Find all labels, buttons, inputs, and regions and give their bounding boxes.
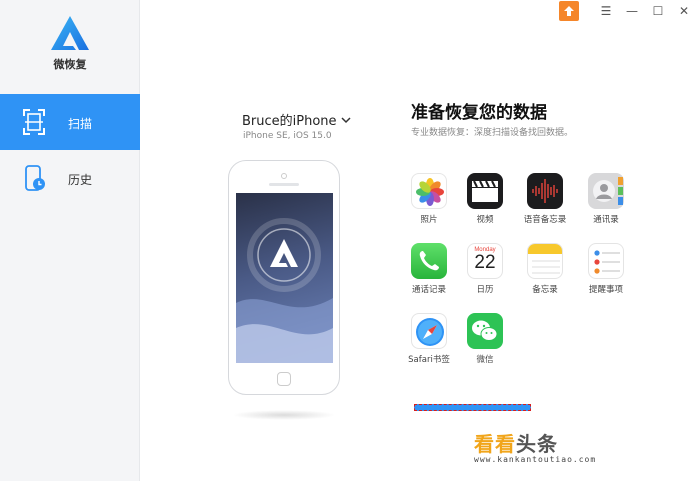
arrow-up-icon bbox=[564, 6, 574, 16]
home-button-icon bbox=[277, 372, 291, 386]
progress-bar bbox=[414, 404, 531, 411]
videos-icon bbox=[467, 173, 503, 209]
close-button[interactable]: ✕ bbox=[676, 2, 692, 20]
app-wechat[interactable]: 微信 bbox=[456, 313, 512, 373]
app-label: 微信 bbox=[476, 355, 494, 365]
sidebar: 微恢复 扫描 历史 bbox=[0, 0, 140, 481]
watermark-part1: 看看 bbox=[474, 432, 516, 456]
sidebar-item-label: 扫描 bbox=[68, 117, 93, 131]
speaker-icon bbox=[269, 183, 299, 186]
minimize-button[interactable]: — bbox=[624, 2, 640, 20]
phone-icon bbox=[411, 243, 447, 279]
camera-icon bbox=[281, 173, 287, 179]
sidebar-item-label: 历史 bbox=[68, 173, 93, 187]
app-calendar[interactable]: Monday 22 日历 bbox=[456, 243, 512, 303]
wechat-icon bbox=[467, 313, 503, 349]
app-label: 提醒事项 bbox=[588, 285, 623, 295]
watermark: 看看头条 www.kankantoutiao.com bbox=[474, 428, 596, 464]
chevron-down-icon bbox=[341, 116, 351, 123]
safari-icon bbox=[411, 313, 447, 349]
menu-button[interactable]: ☰ bbox=[598, 2, 614, 20]
scan-icon bbox=[23, 109, 45, 135]
page-title: 准备恢复您的数据 bbox=[411, 103, 547, 123]
wallpaper-icon bbox=[236, 218, 333, 363]
phone-shadow bbox=[232, 410, 336, 420]
watermark-part2: 头条 bbox=[516, 432, 558, 456]
app-notes[interactable]: 备忘录 bbox=[516, 243, 572, 303]
sidebar-item-history[interactable]: 历史 bbox=[0, 150, 140, 206]
app-contacts[interactable]: 通讯录 bbox=[577, 173, 633, 233]
device-model: iPhone SE, iOS 15.0 bbox=[243, 131, 332, 141]
watermark-url: www.kankantoutiao.com bbox=[474, 455, 597, 464]
page-subtitle: 专业数据恢复：深度扫描设备找回数据。 bbox=[411, 128, 574, 138]
device-name: Bruce的iPhone bbox=[242, 114, 337, 129]
upgrade-button[interactable] bbox=[559, 1, 579, 21]
history-icon bbox=[25, 165, 45, 191]
watermark-logo: 看看头条 bbox=[474, 428, 596, 457]
logo-icon bbox=[51, 16, 89, 50]
app-videos[interactable]: 视频 bbox=[456, 173, 512, 233]
notes-icon bbox=[527, 243, 563, 279]
app-reminders[interactable]: 提醒事项 bbox=[577, 243, 633, 303]
app-name: 微恢复 bbox=[53, 58, 87, 71]
photos-icon bbox=[411, 173, 447, 209]
app-label: 通讯录 bbox=[593, 215, 619, 225]
app-logo: 微恢复 bbox=[0, 14, 140, 72]
calendar-icon: Monday 22 bbox=[467, 243, 503, 279]
sidebar-item-scan[interactable]: 扫描 bbox=[0, 94, 140, 150]
calendar-day: 22 bbox=[474, 252, 496, 273]
phone-illustration bbox=[228, 160, 340, 395]
reminders-icon bbox=[588, 243, 624, 279]
contacts-icon bbox=[588, 173, 624, 209]
app-voice-memos[interactable]: 语音备忘录 bbox=[516, 173, 572, 233]
phone-screen bbox=[236, 193, 333, 363]
device-selector[interactable]: Bruce的iPhone bbox=[242, 110, 351, 129]
maximize-button[interactable]: ☐ bbox=[650, 2, 666, 20]
voice-memos-icon bbox=[527, 173, 563, 209]
